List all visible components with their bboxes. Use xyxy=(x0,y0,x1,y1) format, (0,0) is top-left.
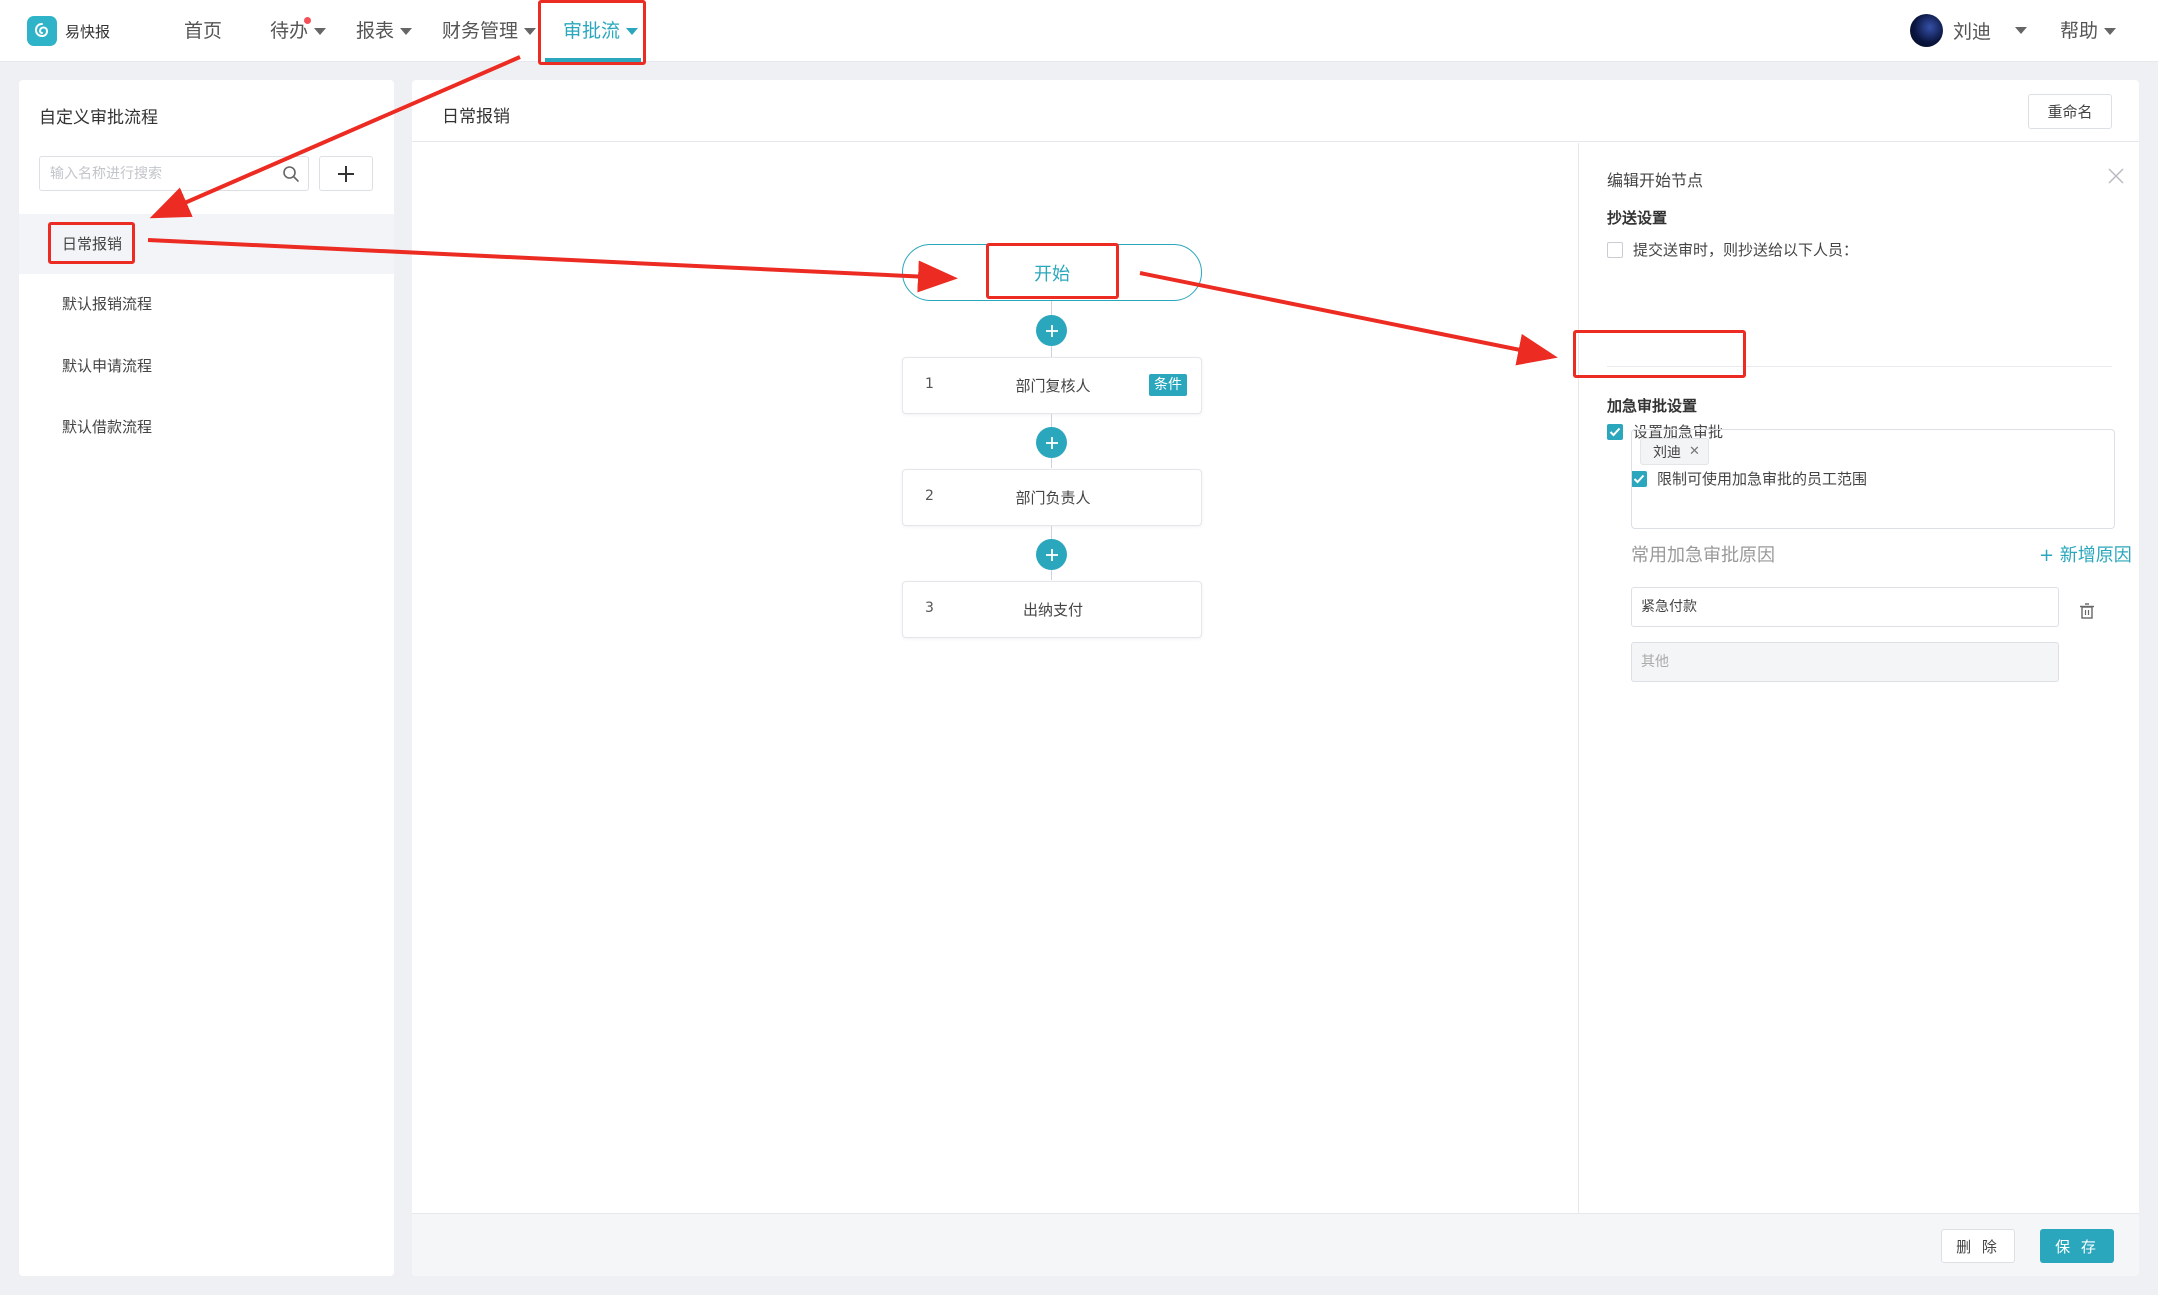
logo-icon xyxy=(27,16,57,46)
user-name: 刘迪 xyxy=(1953,21,1992,43)
urgent-reasons-title: 常用加急审批原因 xyxy=(1631,545,1775,566)
flow-title: 日常报销 xyxy=(442,107,510,127)
nav-todo[interactable]: 待办 xyxy=(270,0,327,62)
flow-item-label: 默认报销流程 xyxy=(62,295,153,313)
flow-item-default-loan[interactable]: 默认借款流程 xyxy=(19,397,394,457)
edit-panel-title: 编辑开始节点 xyxy=(1607,171,1704,190)
flow-item-default-reimbursement[interactable]: 默认报销流程 xyxy=(19,274,394,334)
reason-input[interactable]: 紧急付款 xyxy=(1631,587,2059,627)
plus-icon xyxy=(1045,324,1058,337)
employee-tag: 刘迪 ✕ xyxy=(1640,438,1709,465)
start-node[interactable]: 开始 xyxy=(902,244,1202,301)
flow-item-label: 日常报销 xyxy=(62,235,123,253)
add-flow-button[interactable] xyxy=(319,156,373,191)
plus-icon xyxy=(1045,436,1058,449)
flow-item-daily-reimbursement[interactable]: 日常报销 xyxy=(19,214,394,274)
close-icon[interactable] xyxy=(2107,167,2125,189)
nav-finance[interactable]: 财务管理 xyxy=(442,0,537,62)
rename-button[interactable]: 重命名 xyxy=(2028,94,2112,129)
section-divider xyxy=(1607,366,2112,367)
employee-tag-label: 刘迪 xyxy=(1653,444,1681,461)
chevron-down-icon xyxy=(400,27,413,35)
flow-item-default-application[interactable]: 默认申请流程 xyxy=(19,336,394,396)
nav-approval-flow[interactable]: 审批流 xyxy=(563,0,639,62)
step-label: 部门负责人 xyxy=(1015,489,1091,507)
check-icon xyxy=(1609,427,1621,436)
help-menu[interactable]: 帮助 xyxy=(2060,0,2117,62)
delete-button[interactable]: 删 除 xyxy=(1941,1229,2015,1263)
add-node-button[interactable] xyxy=(1036,315,1067,346)
chevron-down-icon xyxy=(314,27,327,35)
flow-item-label: 默认借款流程 xyxy=(62,418,153,436)
app-logo[interactable]: 易快报 xyxy=(27,16,110,46)
panel-title: 自定义审批流程 xyxy=(39,108,158,128)
notification-dot xyxy=(304,17,311,24)
nav-active-underline xyxy=(545,58,641,62)
cc-section-title: 抄送设置 xyxy=(1607,209,1668,227)
add-node-button[interactable] xyxy=(1036,539,1067,570)
cc-checkbox[interactable] xyxy=(1607,241,1623,258)
search-box xyxy=(39,156,309,191)
close-icon[interactable]: ✕ xyxy=(1689,444,1700,459)
search-icon[interactable] xyxy=(282,165,300,187)
plus-icon xyxy=(338,165,354,182)
cc-checkbox-label: 提交送审时，则抄送给以下人员： xyxy=(1633,241,1859,259)
nav-finance-label: 财务管理 xyxy=(442,20,519,42)
approval-step-node[interactable]: 1 部门复核人 条件 xyxy=(902,357,1202,414)
editor-footer: 删 除 保 存 xyxy=(412,1213,2139,1276)
top-navbar: 易快报 首页 待办 报表 财务管理 审批流 刘迪 帮助 xyxy=(0,0,2158,62)
nav-approval-flow-label: 审批流 xyxy=(563,20,621,42)
editor-header: 日常报销 重命名 xyxy=(412,80,2139,142)
flow-canvas: 开始 1 部门复核人 条件 2 部门负责人 3 出纳支付 xyxy=(412,143,1578,1213)
reason-input-disabled: 其他 xyxy=(1631,642,2059,682)
approval-step-node[interactable]: 3 出纳支付 xyxy=(902,581,1202,638)
nav-reports[interactable]: 报表 xyxy=(356,0,413,62)
add-reason-link[interactable]: + 新增原因 xyxy=(2039,541,2132,567)
step-label: 出纳支付 xyxy=(1022,601,1083,619)
avatar xyxy=(1910,14,1943,47)
save-button[interactable]: 保 存 xyxy=(2040,1229,2114,1263)
urgent-section-title: 加急审批设置 xyxy=(1607,397,1698,415)
cc-checkbox-row[interactable]: 提交送审时，则抄送给以下人员： xyxy=(1607,239,1858,260)
search-input[interactable] xyxy=(40,157,260,190)
chevron-down-icon xyxy=(626,27,639,35)
flow-list-panel: 自定义审批流程 日常报销 默认报销流程 默认申请流程 默认借款流程 xyxy=(19,80,394,1276)
add-node-button[interactable] xyxy=(1036,427,1067,458)
chevron-down-icon xyxy=(2015,27,2028,34)
urgent-checkbox[interactable] xyxy=(1607,423,1623,440)
approval-step-node[interactable]: 2 部门负责人 xyxy=(902,469,1202,526)
condition-tag: 条件 xyxy=(1149,374,1187,396)
nav-todo-label: 待办 xyxy=(270,20,309,42)
help-label: 帮助 xyxy=(2060,20,2099,42)
chevron-down-icon xyxy=(524,27,537,35)
flow-editor-panel: 日常报销 重命名 开始 1 部门复核人 条件 2 部门负责人 3 出纳支付 编辑… xyxy=(412,80,2139,1276)
logo-text: 易快报 xyxy=(65,22,111,41)
employee-scope-select[interactable]: 刘迪 ✕ xyxy=(1631,429,2115,529)
nav-home-label: 首页 xyxy=(184,20,223,42)
nav-reports-label: 报表 xyxy=(356,20,395,42)
chevron-down-icon xyxy=(2104,27,2117,35)
trash-icon[interactable] xyxy=(2078,602,2096,624)
nav-home[interactable]: 首页 xyxy=(184,0,222,62)
user-menu[interactable]: 刘迪 xyxy=(1910,14,2028,47)
node-edit-panel: 编辑开始节点 抄送设置 提交送审时，则抄送给以下人员： 加急审批设置 设置加急审… xyxy=(1578,143,2139,1213)
plus-icon xyxy=(1045,548,1058,561)
flow-item-label: 默认申请流程 xyxy=(62,357,153,375)
